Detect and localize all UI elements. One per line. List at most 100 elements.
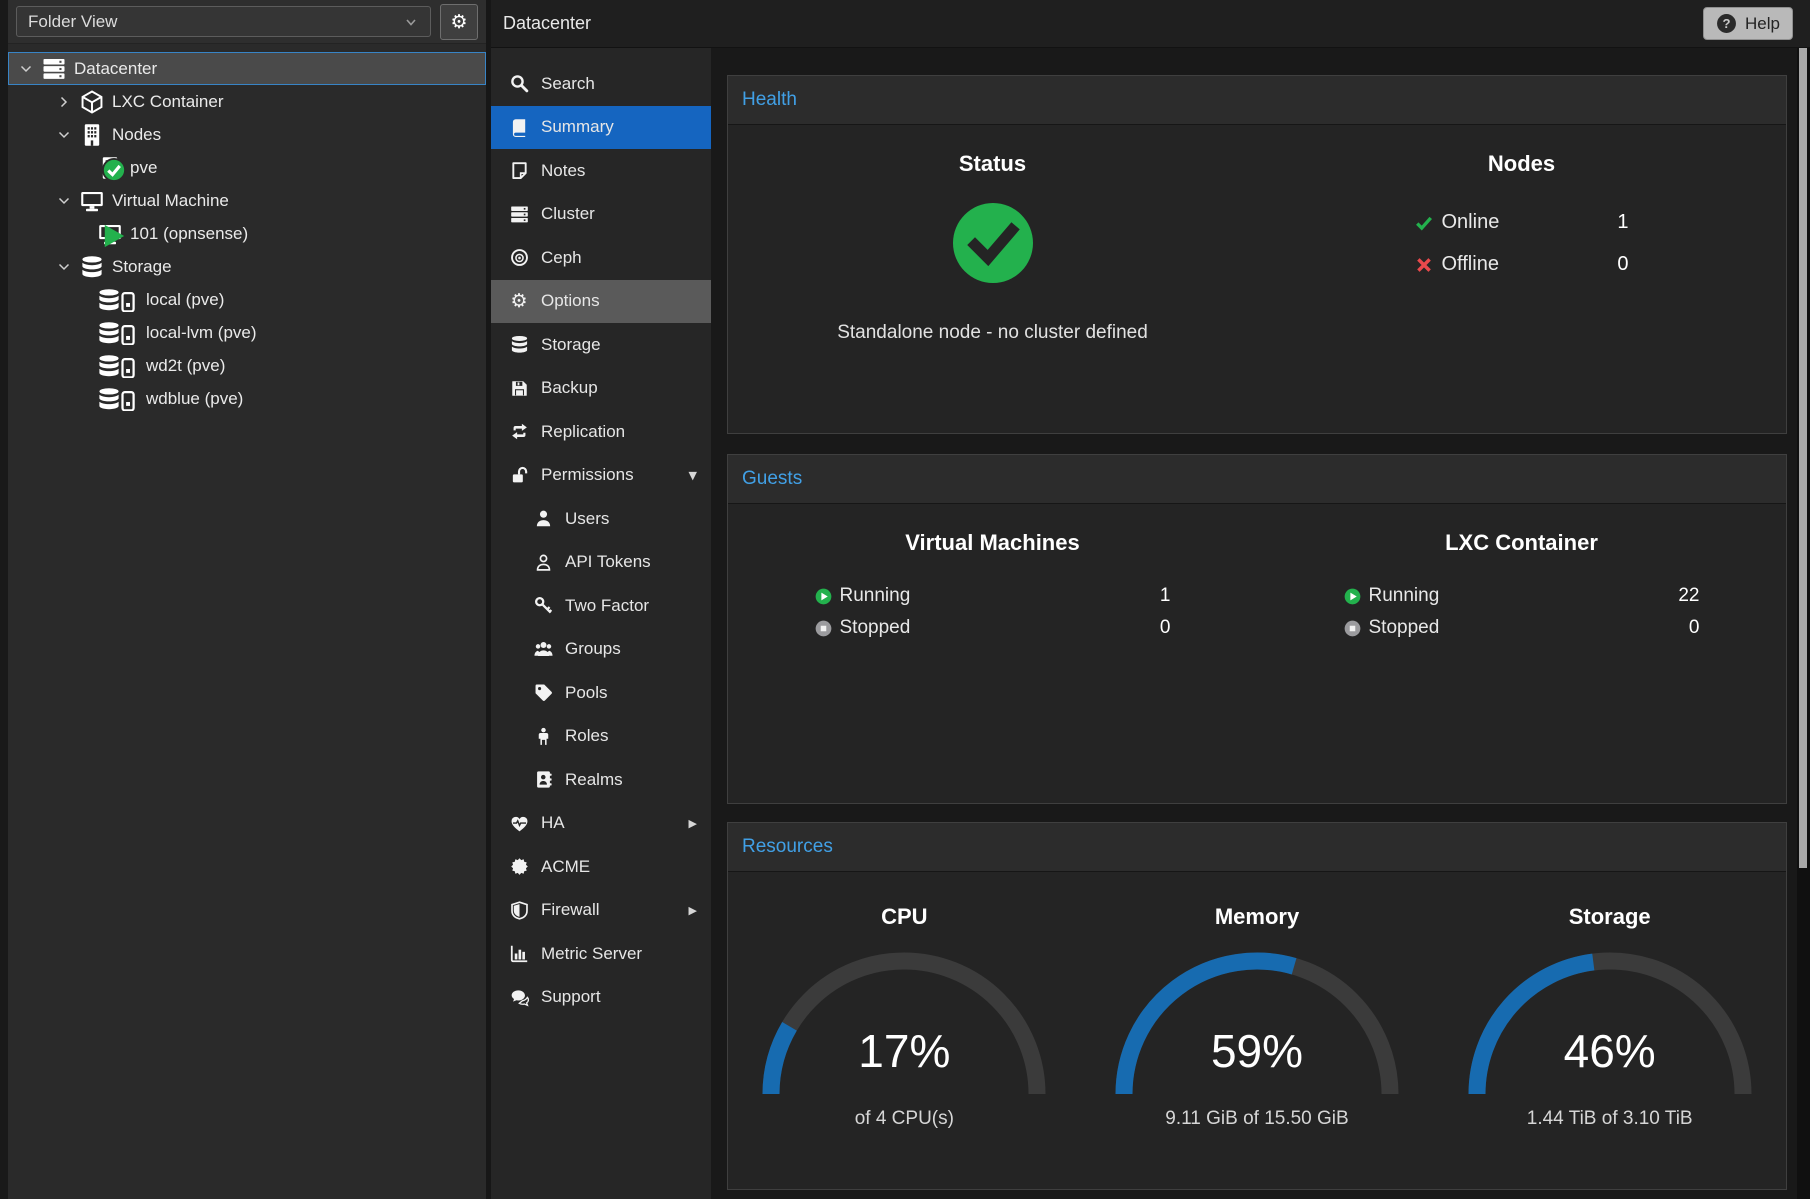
health-status-column: Status Standalone node - no cluster defi… (728, 125, 1257, 344)
menu-item-acme[interactable]: ACME (491, 845, 711, 889)
tree-item-virtual-machine[interactable]: Virtual Machine (8, 184, 486, 217)
view-selector[interactable]: Folder View (16, 6, 431, 37)
storage-gauge-column: Storage 46% 1.44 TiB of 3.10 TiB (1433, 872, 1786, 1130)
menu-item-realms[interactable]: Realms (491, 758, 711, 802)
menu-item-users[interactable]: Users (491, 497, 711, 541)
scrollbar-thumb[interactable] (1799, 48, 1807, 868)
user-icon (533, 509, 553, 529)
nodes-online-row: Online 1 (1415, 211, 1629, 234)
tree-item-label: pve (130, 158, 157, 178)
tree-item-storage-wd2t[interactable]: wd2t (pve) (8, 349, 486, 382)
guests-panel: Guests Virtual Machines Running 1 Stoppe… (727, 454, 1787, 804)
note-icon (509, 161, 529, 181)
menu-item-backup[interactable]: Backup (491, 367, 711, 411)
vm-stopped-row: Stopped 0 (815, 612, 1171, 644)
caret-down-icon (56, 127, 72, 143)
tree-item-label: Nodes (112, 125, 161, 145)
storage-drive-icon (98, 321, 138, 345)
menu-item-storage[interactable]: Storage (491, 323, 711, 367)
memory-gauge-column: Memory 59% 9.11 GiB of 15.50 GiB (1081, 872, 1434, 1130)
book-icon (509, 117, 529, 137)
online-check-badge (102, 158, 126, 182)
menu-item-ceph[interactable]: Ceph (491, 236, 711, 280)
tree-item-datacenter[interactable]: Datacenter (8, 52, 486, 85)
content-header-bar: Datacenter ? Help (491, 0, 1810, 48)
submenu-expanded-arrow-icon: ▼ (689, 469, 697, 482)
address-book-icon (533, 770, 553, 790)
menu-item-roles[interactable]: Roles (491, 715, 711, 759)
menu-item-permissions[interactable]: Permissions ▼ (491, 454, 711, 498)
menu-item-metric-server[interactable]: Metric Server (491, 932, 711, 976)
vertical-scrollbar[interactable] (1797, 48, 1810, 1199)
tree-toolbar: Folder View ⚙ (8, 0, 486, 44)
caret-down-icon (56, 259, 72, 275)
tag-icon (533, 683, 553, 703)
tree-item-vm-101[interactable]: 101 (opnsense) (8, 217, 486, 250)
menu-item-summary[interactable]: Summary (491, 106, 711, 150)
tree-item-storage-wdblue[interactable]: wdblue (pve) (8, 382, 486, 415)
cube-icon (80, 90, 104, 114)
replication-arrows-icon (509, 422, 529, 442)
tree-item-pve[interactable]: pve (8, 151, 486, 184)
menu-item-api-tokens[interactable]: API Tokens (491, 541, 711, 585)
menu-item-notes[interactable]: Notes (491, 149, 711, 193)
submenu-arrow-icon: ▶ (689, 817, 697, 830)
tree-item-storage[interactable]: Storage (8, 250, 486, 283)
help-button-label: Help (1745, 14, 1780, 34)
floppy-icon (509, 378, 529, 398)
gear-icon: ⚙ (450, 11, 467, 33)
tree-item-nodes[interactable]: Nodes (8, 118, 486, 151)
health-panel: Health Status Standalone node - no clust… (727, 75, 1787, 434)
guests-vm-column: Virtual Machines Running 1 Stopped 0 (728, 504, 1257, 644)
bar-chart-icon (509, 944, 529, 964)
menu-item-two-factor[interactable]: Two Factor (491, 584, 711, 628)
database-icon (509, 335, 529, 355)
tree-item-label: Datacenter (74, 59, 157, 79)
nodes-heading: Nodes (1257, 151, 1786, 177)
check-circle-icon (951, 201, 1035, 285)
menu-item-search[interactable]: Search (491, 62, 711, 106)
tree-settings-button[interactable]: ⚙ (440, 4, 478, 40)
question-circle-icon: ? (1716, 13, 1737, 34)
unlock-icon (509, 465, 529, 485)
datacenter-menu: Search Summary Notes Cluster Ceph ⚙ Opti… (491, 48, 711, 1199)
tree-item-storage-local[interactable]: local (pve) (8, 283, 486, 316)
gear-icon: ⚙ (509, 291, 529, 311)
seal-icon (509, 857, 529, 877)
menu-item-firewall[interactable]: Firewall ▶ (491, 889, 711, 933)
memory-percent: 59% (1107, 1024, 1407, 1078)
cross-icon (1415, 256, 1433, 274)
menu-item-groups[interactable]: Groups (491, 628, 711, 672)
server-icon (42, 57, 66, 81)
caret-down-icon (56, 193, 72, 209)
help-button[interactable]: ? Help (1703, 7, 1793, 40)
svg-text:?: ? (1723, 16, 1731, 31)
cpu-gauge-column: CPU 17% of 4 CPU(s) (728, 872, 1081, 1130)
tree-item-storage-local-lvm[interactable]: local-lvm (pve) (8, 316, 486, 349)
menu-item-ha[interactable]: HA ▶ (491, 802, 711, 846)
menu-item-pools[interactable]: Pools (491, 671, 711, 715)
cluster-icon (509, 204, 529, 224)
cpu-gauge: 17% (754, 944, 1054, 1104)
comments-icon (509, 987, 529, 1007)
storage-drive-icon (98, 387, 138, 411)
tree-item-lxc-container[interactable]: LXC Container (8, 85, 486, 118)
menu-item-cluster[interactable]: Cluster (491, 193, 711, 237)
submenu-arrow-icon: ▶ (689, 904, 697, 917)
tree-item-label: 101 (opnsense) (130, 224, 248, 244)
building-icon (80, 123, 104, 147)
running-play-badge (102, 224, 126, 248)
ceph-icon (509, 248, 529, 268)
tree-item-label: wd2t (pve) (146, 356, 225, 376)
vm-running-icon (98, 222, 122, 246)
node-online-icon (98, 156, 122, 180)
menu-item-replication[interactable]: Replication (491, 410, 711, 454)
check-icon (1415, 214, 1433, 232)
menu-item-options[interactable]: ⚙ Options (491, 280, 711, 324)
person-icon (533, 726, 553, 746)
menu-item-support[interactable]: Support (491, 976, 711, 1020)
resource-tree: Datacenter LXC Container Nodes pve Virtu… (8, 44, 486, 415)
caret-right-icon (56, 94, 72, 110)
users-icon (533, 639, 553, 659)
storage-sub-label: 1.44 TiB of 3.10 TiB (1527, 1108, 1693, 1130)
